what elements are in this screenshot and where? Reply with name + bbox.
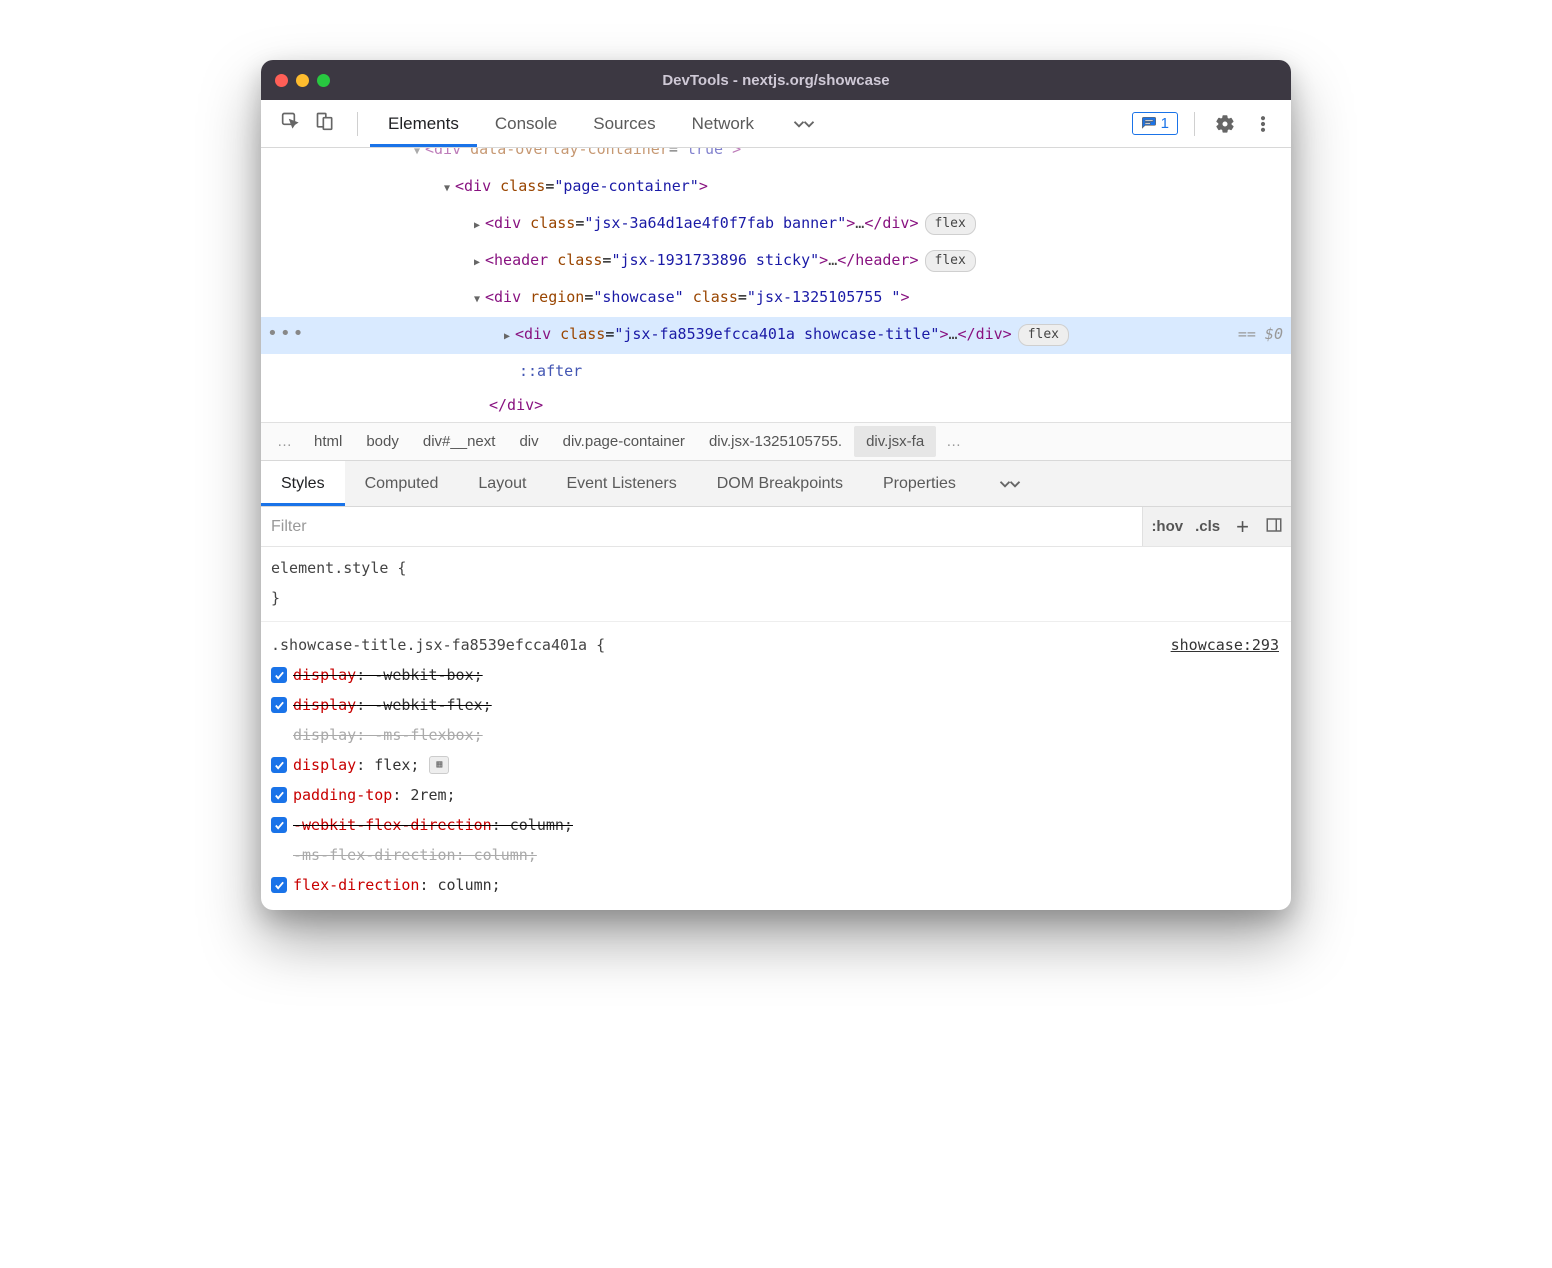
crumb-div[interactable]: div [507,426,550,457]
style-rule[interactable]: display: -webkit-flex; [271,690,1281,720]
expand-arrow-icon[interactable] [471,243,483,280]
style-rule[interactable]: display: -ms-flexbox; [271,720,1281,750]
hov-toggle[interactable]: :hov [1151,518,1183,535]
rule-separator [261,621,1291,622]
separator [357,112,358,136]
tab-network[interactable]: Network [674,100,772,147]
panel-layout-icon[interactable] [1265,516,1283,538]
rule-text: flex-direction: column; [293,870,501,900]
rule-text: display: -ms-flexbox; [293,720,483,750]
style-rule[interactable]: -ms-flex-direction: column; [271,840,1281,870]
crumb-jsx1325[interactable]: div.jsx-1325105755. [697,426,854,457]
dollar-zero-hint: == $0 [1238,317,1291,351]
rule-text: -webkit-flex-direction: column; [293,810,573,840]
expand-arrow-icon[interactable] [471,206,483,243]
dom-row[interactable]: <header class="jsx-1931733896 sticky">…<… [261,243,1291,280]
tab-more[interactable] [772,100,836,147]
devtools-window: DevTools - nextjs.org/showcase Elements … [261,60,1291,910]
rule-text: padding-top: 2rem; [293,780,456,810]
expand-arrow-icon[interactable] [411,148,423,169]
crumb-next[interactable]: div#__next [411,426,508,457]
issues-badge[interactable]: 1 [1132,112,1178,135]
crumb-page-container[interactable]: div.page-container [551,426,697,457]
crumb-selected[interactable]: div.jsx-fa [854,426,936,457]
styles-filter-bar: :hov .cls + [261,507,1291,547]
flex-badge[interactable]: flex [925,250,976,272]
traffic-lights [275,74,330,87]
dom-tree[interactable]: <div data-overlay-container="true"><div … [261,148,1291,423]
flex-editor-icon[interactable]: ▦ [429,756,449,774]
crumb-html[interactable]: html [302,426,354,457]
style-rule[interactable]: padding-top: 2rem; [271,780,1281,810]
settings-icon[interactable] [1211,110,1239,138]
element-style-selector[interactable]: element.style { [271,553,1281,583]
rule-checkbox[interactable] [271,817,287,833]
window-title: DevTools - nextjs.org/showcase [261,72,1291,89]
subtab-styles[interactable]: Styles [261,461,345,506]
titlebar: DevTools - nextjs.org/showcase [261,60,1291,100]
style-rule[interactable]: display: flex; ▦ [271,750,1281,780]
rule-text: display: -webkit-box; [293,660,483,690]
tab-sources[interactable]: Sources [575,100,673,147]
rule-text: -ms-flex-direction: column; [293,840,537,870]
device-toggle-icon[interactable] [315,111,335,136]
selection-dots-icon: ••• [267,317,306,351]
style-rule[interactable]: flex-direction: column; [271,870,1281,900]
tab-console[interactable]: Console [477,100,575,147]
inspect-icon[interactable] [281,111,301,136]
close-dot[interactable] [275,74,288,87]
subtab-dom-breakpoints[interactable]: DOM Breakpoints [697,461,863,506]
expand-arrow-icon[interactable] [501,317,513,354]
dom-row[interactable]: <div class="jsx-3a64d1ae4f0f7fab banner"… [261,206,1291,243]
subtab-properties[interactable]: Properties [863,461,976,506]
flex-badge[interactable]: flex [925,213,976,235]
breadcrumb-left-overflow[interactable]: … [267,433,302,450]
element-style-close: } [271,583,1281,613]
subtab-computed[interactable]: Computed [345,461,459,506]
main-toolbar: Elements Console Sources Network 1 [261,100,1291,148]
rule-checkbox[interactable] [271,667,287,683]
toolbar-left-icons [271,111,345,136]
source-link[interactable]: showcase:293 [1171,630,1279,660]
dom-row[interactable]: •••<div class="jsx-fa8539efcca401a showc… [261,317,1291,354]
styles-content: element.style { } showcase:293 .showcase… [261,547,1291,910]
dom-row[interactable]: <div data-overlay-container="true"> [261,148,1291,169]
add-rule-icon[interactable]: + [1232,514,1253,540]
rule-checkbox[interactable] [271,787,287,803]
flex-badge[interactable]: flex [1018,324,1069,346]
rule-checkbox[interactable] [271,877,287,893]
subtab-more[interactable] [976,461,1044,506]
issues-count: 1 [1161,115,1169,132]
styles-subtabs: Styles Computed Layout Event Listeners D… [261,461,1291,507]
style-rule[interactable]: -webkit-flex-direction: column; [271,810,1281,840]
dom-row[interactable]: ::after [261,354,1291,388]
zoom-dot[interactable] [317,74,330,87]
filter-tools: :hov .cls + [1142,507,1291,546]
minimize-dot[interactable] [296,74,309,87]
rule-text: display: -webkit-flex; [293,690,492,720]
breadcrumb-right-overflow[interactable]: … [936,433,971,450]
rules-list: display: -webkit-box;display: -webkit-fl… [271,660,1281,900]
rule-checkbox[interactable] [271,757,287,773]
style-rule[interactable]: display: -webkit-box; [271,660,1281,690]
breadcrumb: … html body div#__next div div.page-cont… [261,423,1291,461]
separator [1194,112,1195,136]
tab-elements[interactable]: Elements [370,100,477,147]
dom-row[interactable]: <div region="showcase" class="jsx-132510… [261,280,1291,317]
panel-tabs: Elements Console Sources Network [370,100,836,147]
crumb-body[interactable]: body [354,426,411,457]
dom-row[interactable]: </div> [261,388,1291,422]
toolbar-right: 1 [1132,110,1281,138]
rule-selector[interactable]: .showcase-title.jsx-fa8539efcca401a { [271,630,1281,660]
dom-row[interactable]: <div class="page-container"> [261,169,1291,206]
subtab-event-listeners[interactable]: Event Listeners [546,461,696,506]
cls-toggle[interactable]: .cls [1195,518,1220,535]
expand-arrow-icon[interactable] [471,280,483,317]
rule-text: display: flex; [293,750,419,780]
kebab-menu-icon[interactable] [1249,110,1277,138]
rule-checkbox[interactable] [271,697,287,713]
subtab-layout[interactable]: Layout [458,461,546,506]
expand-arrow-icon[interactable] [441,169,453,206]
filter-input[interactable] [261,507,1142,546]
